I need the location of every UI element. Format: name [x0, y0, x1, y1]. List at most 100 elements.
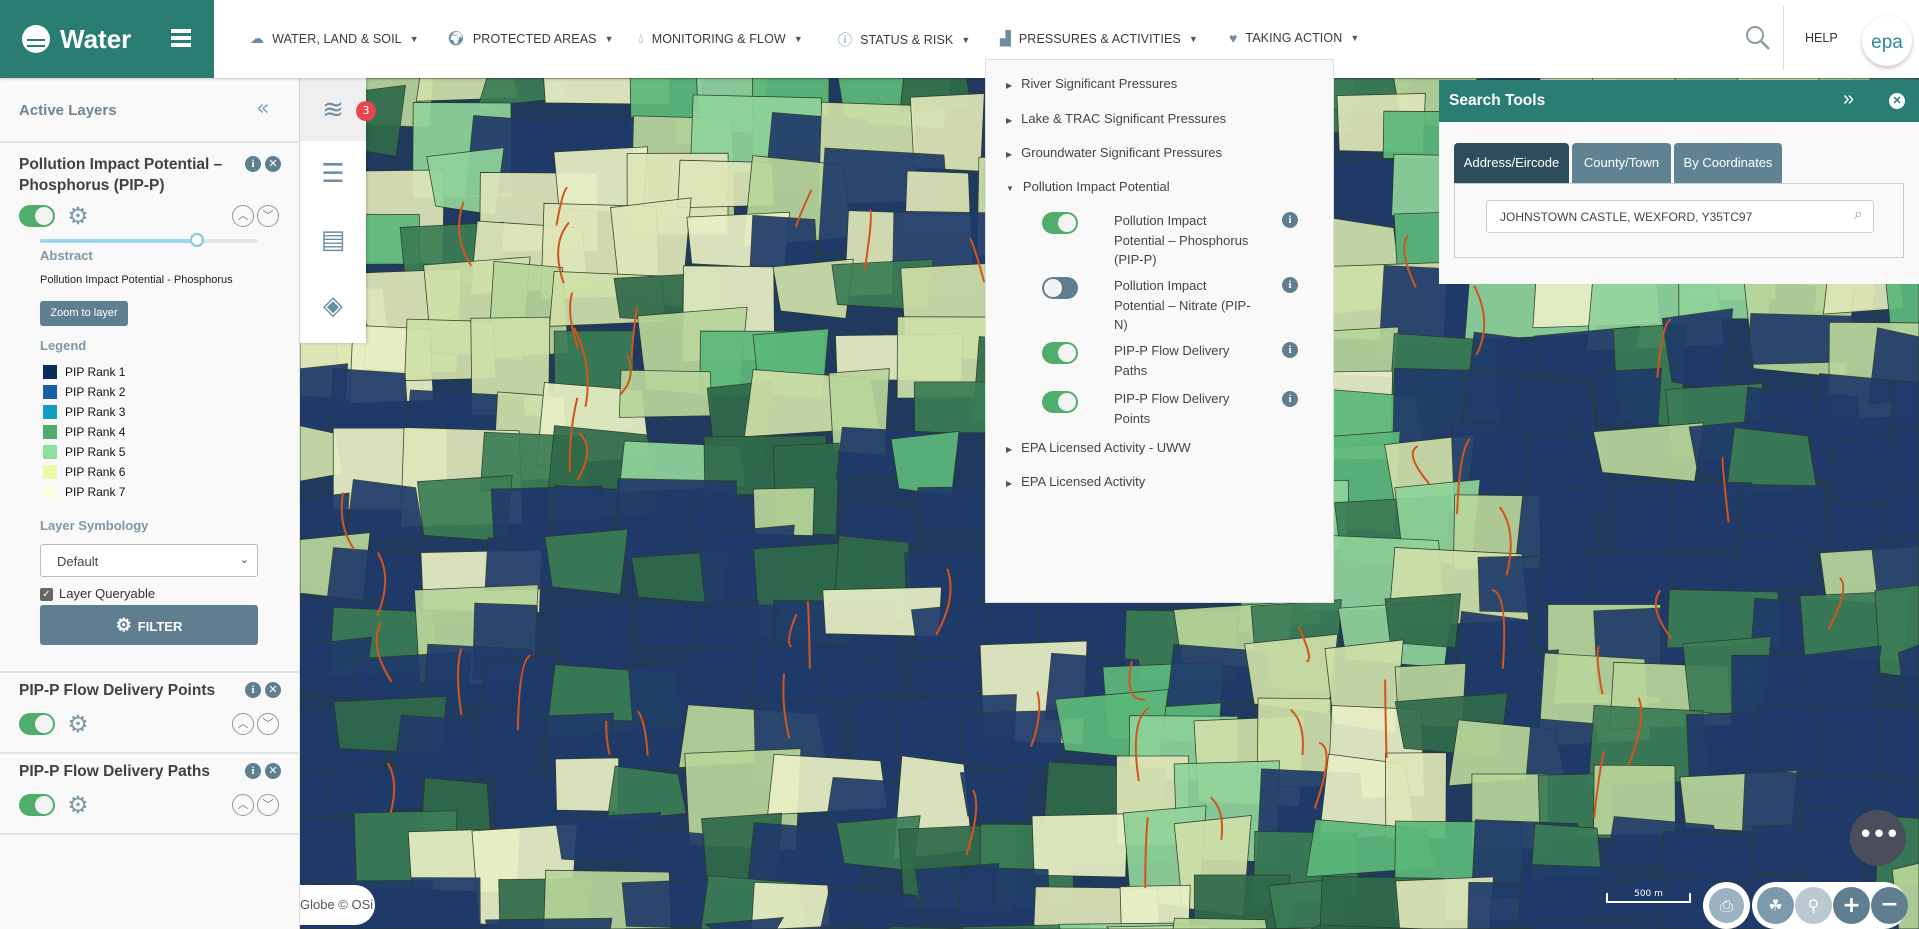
epa-logo[interactable]: epa — [1862, 16, 1912, 66]
caret-down-icon: ▼ — [793, 33, 803, 44]
caret-down-icon: ▼ — [1006, 184, 1014, 193]
menu-item[interactable]: ▶ EPA Licensed Activity — [1006, 474, 1145, 489]
menu-item[interactable]: ▶ Lake & TRAC Significant Pressures — [1006, 111, 1226, 126]
queryable-checkbox[interactable]: ✓ — [40, 588, 53, 601]
ireland-extent-button[interactable]: ☘ — [1757, 887, 1794, 924]
map-field-parcel — [1592, 367, 1662, 428]
remove-layer-icon[interactable]: ✕ — [265, 763, 281, 779]
location-pin-icon[interactable]: ⚲ — [1795, 887, 1832, 924]
zoom-in-button[interactable]: + — [1833, 887, 1870, 924]
slider-thumb[interactable] — [189, 233, 204, 247]
help-link[interactable]: HELP — [1805, 31, 1838, 45]
caret-right-icon: ▶ — [1006, 81, 1013, 90]
collapse-panel-icon[interactable]: « — [256, 96, 269, 121]
menu-item[interactable]: ▶ EPA Licensed Activity - UWW — [1006, 440, 1191, 455]
settings-gear-icon[interactable]: ⚙ — [67, 204, 89, 228]
nav-status-risk[interactable]: ⓘ STATUS & RISK ▼ — [838, 30, 970, 50]
move-up-button[interactable]: ︿ — [232, 794, 254, 816]
info-icon[interactable]: i — [1282, 212, 1298, 228]
info-icon: ⓘ — [838, 32, 853, 48]
symbology-select[interactable]: Default ⌄ — [40, 544, 258, 577]
search-tools-panel: Search Tools » ✕ Address/Eircode County/… — [1439, 80, 1919, 284]
divider — [0, 141, 300, 143]
tab-county-town[interactable]: County/Town — [1572, 143, 1671, 183]
map-field-parcel — [554, 598, 634, 676]
divider — [0, 752, 300, 754]
address-search-input[interactable]: JOHNSTOWN CASTLE, WEXFORD, Y35TC97 ⌕ — [1486, 200, 1874, 233]
sub-layer-toggle[interactable] — [1042, 212, 1078, 234]
close-icon[interactable]: ✕ — [1889, 93, 1905, 109]
legend-swatch — [43, 485, 57, 499]
tab-by-coordinates[interactable]: By Coordinates — [1674, 143, 1782, 183]
scale-bar: 500 m — [1606, 890, 1691, 903]
info-icon[interactable]: i — [245, 682, 261, 698]
sub-layer-label: PIP-P Flow Delivery Points — [1114, 391, 1230, 426]
move-down-button[interactable]: ﹀ — [257, 713, 279, 735]
scale-label: 500 m — [1634, 889, 1663, 899]
nav-monitoring-flow[interactable]: 💧︎ MONITORING & FLOW ▼ — [638, 30, 803, 47]
move-up-button[interactable]: ︿ — [232, 713, 254, 735]
legend-swatch — [43, 425, 57, 439]
info-icon[interactable]: i — [1282, 342, 1298, 358]
more-options-button[interactable]: ••• — [1850, 810, 1906, 866]
info-icon[interactable]: i — [245, 156, 261, 172]
map-field-parcel — [485, 917, 613, 929]
opacity-slider[interactable] — [40, 233, 258, 247]
database-list-icon[interactable]: ▤ — [300, 207, 366, 273]
collapse-right-icon[interactable]: » — [1843, 88, 1854, 111]
factory-icon: ▟ — [1000, 30, 1011, 46]
sub-layer-toggle[interactable] — [1042, 342, 1078, 364]
nav-pressures-activities[interactable]: ▟ PRESSURES & ACTIVITIES ▼ — [1000, 30, 1198, 47]
menu-label: Pollution Impact Potential — [1022, 179, 1170, 194]
layer-toggle[interactable] — [19, 713, 55, 735]
remove-layer-icon[interactable]: ✕ — [265, 682, 281, 698]
caret-down-icon: ▼ — [1188, 33, 1198, 44]
nav-taking-action[interactable]: ♥ TAKING ACTION ▼ — [1229, 30, 1359, 46]
menu-item[interactable]: ▶ River Significant Pressures — [1006, 76, 1177, 91]
select-value: Default — [57, 554, 99, 569]
basemap-diamond-icon[interactable]: ◈ — [300, 273, 366, 339]
move-down-button[interactable]: ﹀ — [257, 205, 279, 227]
nav-protected-areas[interactable]: 🌍︎ PROTECTED AREAS ▼ — [447, 30, 614, 47]
remove-layer-icon[interactable]: ✕ — [265, 156, 281, 172]
filter-button[interactable]: ⚙ FILTER — [40, 605, 258, 645]
layer-toggle[interactable] — [19, 205, 55, 227]
menu-label: Groundwater Significant Pressures — [1021, 145, 1223, 160]
caret-down-icon: ▼ — [961, 35, 971, 45]
search-icon[interactable]: ⌕ — [1854, 206, 1863, 224]
tool-strip: ≋ ☰ ▤ ◈ — [300, 78, 366, 343]
map-field-parcel — [554, 757, 620, 812]
tab-address-eircode[interactable]: Address/Eircode — [1454, 143, 1569, 183]
heart-icon: ♥ — [1229, 30, 1238, 46]
settings-gear-icon[interactable]: ⚙ — [67, 712, 89, 736]
nav-water-land-soil[interactable]: ☁ WATER, LAND & SOIL ▼ — [250, 30, 419, 47]
settings-gear-icon[interactable]: ⚙ — [67, 793, 89, 817]
legend-item: PIP Rank 6 — [40, 462, 125, 482]
caret-right-icon: ▶ — [1006, 445, 1013, 454]
menu-item-expanded[interactable]: ▼ Pollution Impact Potential — [1006, 179, 1170, 194]
search-icon[interactable] — [1744, 24, 1772, 52]
legend-item: PIP Rank 5 — [40, 442, 125, 462]
menu-item[interactable]: ▶ Groundwater Significant Pressures — [1006, 145, 1222, 160]
zoom-out-button[interactable]: − — [1871, 887, 1908, 924]
legend-item: PIP Rank 1 — [40, 362, 125, 382]
info-icon[interactable]: i — [1282, 277, 1298, 293]
sub-layer-toggle[interactable] — [1042, 391, 1078, 413]
menu-label: EPA Licensed Activity — [1021, 474, 1146, 489]
info-icon[interactable]: i — [245, 763, 261, 779]
sliders-icon[interactable]: ☰ — [300, 141, 366, 207]
move-down-button[interactable]: ﹀ — [257, 794, 279, 816]
legend: PIP Rank 1 PIP Rank 2 PIP Rank 3 PIP Rank 4… — [40, 362, 125, 502]
legend-label: PIP Rank 1 — [65, 365, 126, 379]
nav-label: STATUS & RISK — [860, 33, 954, 47]
map-field-parcel — [1384, 593, 1462, 649]
sub-layer-toggle[interactable] — [1042, 277, 1078, 299]
zoom-to-layer-button[interactable]: Zoom to layer — [40, 301, 128, 326]
info-icon[interactable]: i — [1282, 391, 1298, 407]
hamburger-menu-icon[interactable] — [171, 29, 191, 47]
move-up-button[interactable]: ︿ — [232, 205, 254, 227]
map-field-parcel — [959, 764, 1035, 825]
print-button[interactable]: ⎙ — [1703, 882, 1750, 929]
layer-toggle[interactable] — [19, 794, 55, 816]
divider — [0, 833, 300, 835]
